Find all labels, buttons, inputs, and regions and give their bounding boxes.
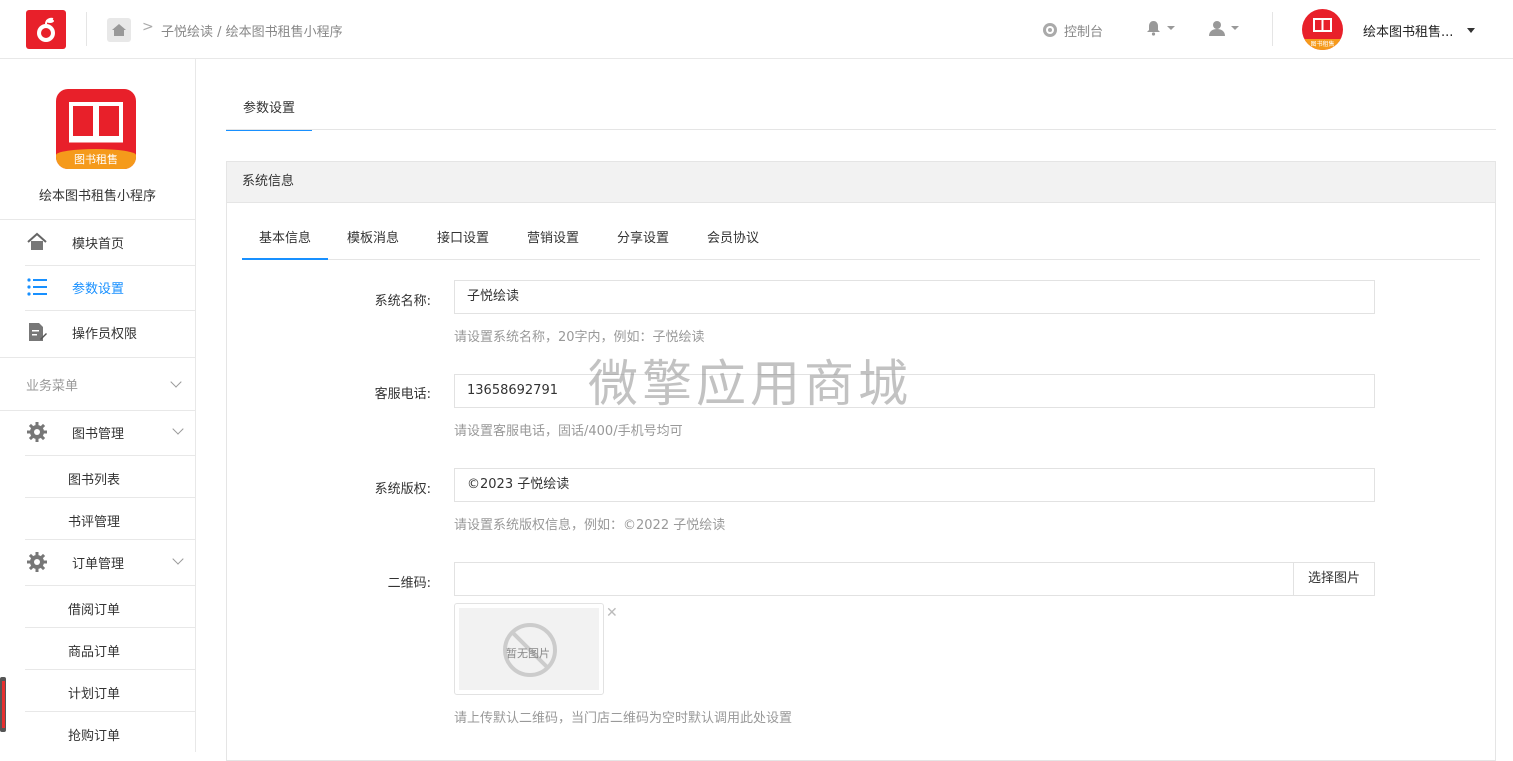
breadcrumb-separator: > — [142, 19, 154, 35]
tab-share-settings[interactable]: 分享设置 — [608, 222, 678, 260]
divider — [25, 585, 195, 586]
console-link[interactable]: 控制台 — [1042, 20, 1103, 40]
tab-basic-info[interactable]: 基本信息 — [242, 222, 328, 260]
tab-parameter-settings[interactable]: 参数设置 — [226, 90, 312, 131]
sidebar-subitem-book-list[interactable]: 图书列表 — [68, 469, 120, 488]
settings-tabs: 基本信息 模板消息 接口设置 营销设置 分享设置 会员协议 — [242, 222, 1480, 260]
tab-interface-settings[interactable]: 接口设置 — [428, 222, 498, 260]
sidebar: 图书租售 绘本图书租售小程序 模块首页 参数设置 操作员权限 业务菜单 图书管理… — [0, 59, 196, 752]
no-image-text: 暂无图片 — [506, 647, 550, 660]
sidebar-subitem-plan-orders[interactable]: 计划订单 — [68, 683, 120, 702]
divider — [25, 627, 195, 628]
user-menu-button[interactable] — [1209, 20, 1239, 36]
panel-title: 系统信息 — [227, 162, 1495, 203]
sidebar-item-label: 图书管理 — [72, 426, 125, 442]
account-avatar[interactable]: 图书租售 — [1302, 9, 1343, 50]
home-icon — [27, 232, 47, 250]
system-name-input[interactable]: 子悦绘读 — [454, 280, 1375, 314]
divider — [25, 711, 195, 712]
home-button[interactable] — [107, 18, 131, 42]
service-phone-help: 请设置客服电话，固话/400/手机号均可 — [454, 424, 683, 439]
brand-logo[interactable] — [26, 10, 66, 49]
dashboard-icon — [1043, 23, 1057, 37]
copyright-input[interactable]: ©2023 子悦绘读 — [454, 468, 1375, 502]
tab-template-messages[interactable]: 模板消息 — [338, 222, 408, 260]
cherry-logo-icon — [37, 17, 55, 42]
sidebar-item-operator-permissions[interactable]: 操作员权限 — [0, 310, 195, 354]
sidebar-item-label: 参数设置 — [72, 281, 125, 297]
sidebar-subitem-review-management[interactable]: 书评管理 — [68, 511, 120, 530]
system-info-panel: 系统信息 基本信息 模板消息 接口设置 营销设置 分享设置 会员协议 系统名称:… — [226, 161, 1496, 761]
console-label: 控制台 — [1064, 24, 1104, 40]
sidebar-item-label: 模块首页 — [72, 236, 125, 252]
home-icon — [112, 24, 126, 36]
sidebar-subitem-flash-sale-orders[interactable]: 抢购订单 — [68, 725, 120, 744]
sidebar-item-book-management[interactable]: 图书管理 — [0, 410, 195, 454]
sidebar-item-parameter-settings[interactable]: 参数设置 — [0, 265, 195, 309]
tab-marketing-settings[interactable]: 营销设置 — [518, 222, 588, 260]
service-phone-label: 客服电话: — [374, 387, 431, 402]
list-icon — [27, 278, 47, 296]
user-icon — [1209, 21, 1225, 36]
chevron-down-icon — [172, 423, 184, 435]
document-edit-icon — [29, 323, 47, 341]
avatar-band: 图书租售 — [1302, 39, 1343, 50]
divider — [0, 357, 195, 358]
open-book-icon — [69, 102, 123, 143]
copyright-help: 请设置系统版权信息，例如：©2022 子悦绘读 — [454, 518, 726, 533]
system-name-help: 请设置系统名称，20字内，例如：子悦绘读 — [454, 330, 705, 345]
divider — [86, 12, 87, 46]
menu-group-title[interactable]: 业务菜单 — [26, 375, 78, 394]
sidebar-subitem-borrow-orders[interactable]: 借阅订单 — [68, 599, 120, 618]
divider — [25, 669, 195, 670]
app-name: 绘本图书租售小程序 — [38, 189, 156, 204]
select-image-button[interactable]: 选择图片 — [1293, 562, 1375, 596]
account-name: 绘本图书租售... — [1363, 25, 1454, 40]
account-menu[interactable]: 绘本图书租售... — [1363, 21, 1476, 40]
system-name-label: 系统名称: — [374, 294, 431, 309]
divider — [1272, 12, 1273, 46]
sidebar-subitem-product-orders[interactable]: 商品订单 — [68, 641, 120, 660]
app-logo: 图书租售 — [56, 89, 136, 169]
tab-member-agreement[interactable]: 会员协议 — [698, 222, 768, 260]
qrcode-help: 请上传默认二维码，当门店二维码为空时默认调用此处设置 — [454, 711, 793, 726]
qrcode-label: 二维码: — [387, 576, 431, 591]
sidebar-item-module-home[interactable]: 模块首页 — [0, 220, 195, 264]
divider — [25, 497, 195, 498]
sidebar-item-order-management[interactable]: 订单管理 — [0, 540, 195, 584]
breadcrumb[interactable]: 子悦绘读 / 绘本图书租售小程序 — [161, 21, 343, 40]
chevron-down-icon — [172, 553, 184, 565]
qrcode-input[interactable] — [454, 562, 1294, 596]
book-icon — [1313, 18, 1332, 32]
gear-icon — [27, 552, 47, 572]
qrcode-preview: 暂无图片 — [454, 603, 604, 695]
divider — [25, 455, 195, 456]
copyright-label: 系统版权: — [374, 482, 431, 497]
notifications-button[interactable] — [1146, 20, 1175, 36]
chevron-down-icon[interactable] — [170, 376, 182, 388]
gear-icon — [27, 422, 47, 442]
remove-image-icon[interactable]: ✕ — [606, 605, 618, 621]
divider — [226, 129, 1496, 130]
sidebar-item-label: 操作员权限 — [72, 326, 138, 342]
chevron-down-icon — [1167, 26, 1175, 30]
bell-icon — [1147, 21, 1160, 36]
top-bar: > 子悦绘读 / 绘本图书租售小程序 控制台 图书租售 绘本图书租售... — [0, 0, 1513, 59]
chevron-down-icon — [1231, 26, 1239, 30]
chevron-down-icon — [1467, 28, 1476, 33]
sidebar-item-label: 订单管理 — [72, 556, 125, 572]
service-phone-input[interactable]: 13658692791 — [454, 374, 1375, 408]
thermometer-icon — [0, 677, 6, 732]
app-logo-band: 图书租售 — [56, 149, 136, 169]
